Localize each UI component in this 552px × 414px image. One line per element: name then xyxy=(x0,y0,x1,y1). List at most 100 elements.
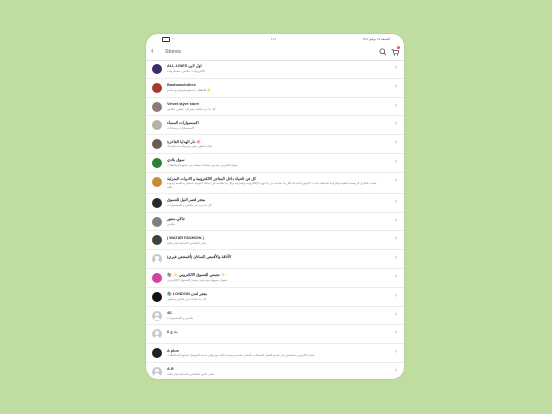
chevron-right-icon: › xyxy=(395,311,397,318)
wifi-icon: ◠ xyxy=(172,37,175,42)
store-row[interactable]: دار الهدايا الفاخرة 🌸 هدايا عطور بخور وغي… xyxy=(146,135,404,154)
store-description: متجر خاص بالملابس النسائية والرجالية xyxy=(167,372,215,377)
store-avatar xyxy=(152,366,162,377)
store-avatar xyxy=(152,329,162,340)
store-row[interactable]: A.R متجر خاص بالملابس النسائية والرجالية › xyxy=(146,363,404,379)
store-description: تنقيب الطرق الرئيسية الطبية والترابية ال… xyxy=(167,181,377,189)
store-name: سوق بلادي xyxy=(167,157,185,163)
store-description: كل ما تحتاجه من ملابس وعطور xyxy=(167,296,207,301)
chevron-right-icon: › xyxy=(395,330,397,337)
store-avatar xyxy=(152,291,162,302)
store-row[interactable]: 4S ملابس و اكسسوارات › xyxy=(146,307,404,326)
store-row[interactable]: الأناقة والأقمص الساتان (أقمشتي غيري) › xyxy=(146,250,404,269)
store-row[interactable]: كل فن الحياة داخل المتاجر الالكترونية و … xyxy=(146,173,404,194)
store-avatar xyxy=(152,64,162,74)
store-list: ALL-LINES اول لاين الكترونيات، ملابس، مست… xyxy=(146,60,404,379)
store-row[interactable]: A plus متجر الكتروني متخصص في تقديم أفضل … xyxy=(146,344,404,363)
store-name: A plus xyxy=(167,347,179,353)
chevron-right-icon: › xyxy=(395,121,397,128)
store-row[interactable]: 🛍️ ✨ نجمتي للتسوق الالكتروني ✨ تسوق بسهول… xyxy=(146,269,404,288)
store-description: متجر الكتروني متخصص في تقديم أفضل المنتج… xyxy=(167,353,315,358)
tablet-screen: ◠ ••• الجمعة ١٥ يوليو ٩:٤١ ‹ Stores 1 AL… xyxy=(146,34,404,379)
chevron-right-icon: › xyxy=(395,102,397,109)
store-avatar xyxy=(152,82,162,93)
store-row[interactable]: اكسسوارات السماء اكسسوارات و ساعات › xyxy=(146,116,404,136)
store-row[interactable]: سوق بلادي سوق الكتروني يعرض منتجات وطنية … xyxy=(146,154,404,173)
multitask-dots[interactable]: ••• xyxy=(271,36,277,41)
chevron-right-icon: › xyxy=(395,292,397,299)
chevron-right-icon: › xyxy=(395,255,397,262)
avatar-head-shape xyxy=(155,368,159,373)
status-bar: ◠ ••• الجمعة ١٥ يوليو ٩:٤١ xyxy=(146,34,404,42)
store-avatar xyxy=(152,157,162,168)
search-icon[interactable] xyxy=(378,47,388,57)
store-row[interactable]: 🛍️ LONDON متجر لندن كل ما تحتاجه من ملابس… xyxy=(146,288,404,307)
store-avatar xyxy=(152,216,162,227)
chevron-right-icon: › xyxy=(395,367,397,374)
chevron-right-icon: › xyxy=(395,273,397,280)
store-name: متجر قصر النيل للتسوق xyxy=(167,197,206,203)
store-name: اكسسوارات السماء xyxy=(167,119,199,125)
avatar-body-shape xyxy=(153,373,161,377)
store-row[interactable]: 6 ت ج › xyxy=(146,325,404,345)
store-name: الأناقة والأقمص الساتان (أقمشتي غيري) xyxy=(167,253,232,259)
status-time: الجمعة ١٥ يوليو ٩:٤١ xyxy=(362,37,390,41)
store-name: A.R xyxy=(167,366,174,372)
chevron-right-icon: › xyxy=(395,177,397,184)
store-name: Velvet layer store xyxy=(167,100,200,106)
store-avatar xyxy=(152,120,162,131)
nav-bar: ‹ Stores 1 xyxy=(146,44,404,61)
store-name: Bashamclothes xyxy=(167,82,196,88)
chevron-right-icon: › xyxy=(395,198,397,205)
store-row[interactable]: متجر قصر النيل للتسوق كل ما تريد من ملابس… xyxy=(146,194,404,213)
store-description: كل ما تريد لعناية بشرتك، عطور، ملابس xyxy=(167,106,216,111)
back-arrow-icon[interactable]: ‹ xyxy=(151,47,154,55)
avatar-head-shape xyxy=(155,256,159,260)
store-avatar xyxy=(152,310,162,321)
store-description: اكسسوارات و ساعات xyxy=(167,125,195,130)
chevron-right-icon: › xyxy=(395,158,397,165)
store-name: ( WATAR FASHION ) xyxy=(167,234,204,240)
store-row[interactable]: Bashamclothes للاطفال استمتع بتسوق مع باس… xyxy=(146,79,404,98)
store-avatar xyxy=(152,101,162,112)
store-description: سوق الكتروني يعرض منتجات وطنية من جميع ا… xyxy=(167,163,238,168)
store-name: 4S xyxy=(167,309,172,315)
chevron-right-icon: › xyxy=(395,349,397,356)
avatar-body-shape xyxy=(153,260,161,265)
store-avatar xyxy=(152,254,162,265)
chevron-right-icon: › xyxy=(395,140,397,147)
chevron-right-icon: › xyxy=(395,83,397,90)
store-avatar xyxy=(152,272,162,283)
store-description: كل ما تريد من ملابس و اكسسوارات xyxy=(167,202,212,207)
store-name: ALL-LINES اول لاين xyxy=(167,63,202,69)
avatar-body-shape xyxy=(153,335,161,340)
avatar-body-shape xyxy=(153,316,161,321)
store-name: 6 ت ج xyxy=(167,328,178,334)
store-name: كل فن الحياة داخل المتاجر الالكترونية و … xyxy=(167,176,257,182)
status-indicators: ◠ xyxy=(162,37,175,42)
battery-icon xyxy=(162,37,170,42)
store-avatar xyxy=(152,235,162,246)
store-row[interactable]: ALL-LINES اول لاين الكترونيات، ملابس، مست… xyxy=(146,60,404,79)
chevron-right-icon: › xyxy=(395,236,397,243)
chevron-right-icon: › xyxy=(395,65,397,71)
store-description: الكترونيات، ملابس، مستلزمات xyxy=(167,69,205,74)
store-name: دار الهدايا الفاخرة 🌸 xyxy=(167,138,202,144)
page-title: Stores xyxy=(165,49,181,55)
store-description: ملابس xyxy=(167,221,176,226)
store-description: تسوق بسهولة مع متجر نجمتي للتسوق الالكتر… xyxy=(167,278,228,283)
store-row[interactable]: ( WATAR FASHION ) متجر للملابس النسائية و… xyxy=(146,231,404,251)
store-avatar xyxy=(152,197,162,208)
store-avatar xyxy=(152,139,162,150)
store-description: للاطفال استمتع بتسوق مع باسم 🌟 xyxy=(167,87,211,92)
store-description: ملابس و اكسسوارات xyxy=(167,315,194,320)
chevron-right-icon: › xyxy=(395,217,397,224)
store-row[interactable]: جاكي ستور ملابس › xyxy=(146,213,404,232)
store-name: 🛍️ ✨ نجمتي للتسوق الالكتروني ✨ xyxy=(167,272,226,278)
store-row[interactable]: Velvet layer store كل ما تريد لعناية بشرت… xyxy=(146,98,404,117)
store-avatar xyxy=(152,176,162,187)
store-name: جاكي ستور xyxy=(167,215,186,221)
avatar-head-shape xyxy=(155,312,159,316)
store-avatar xyxy=(152,348,162,359)
store-name: 🛍️ LONDON متجر لندن xyxy=(167,291,208,297)
